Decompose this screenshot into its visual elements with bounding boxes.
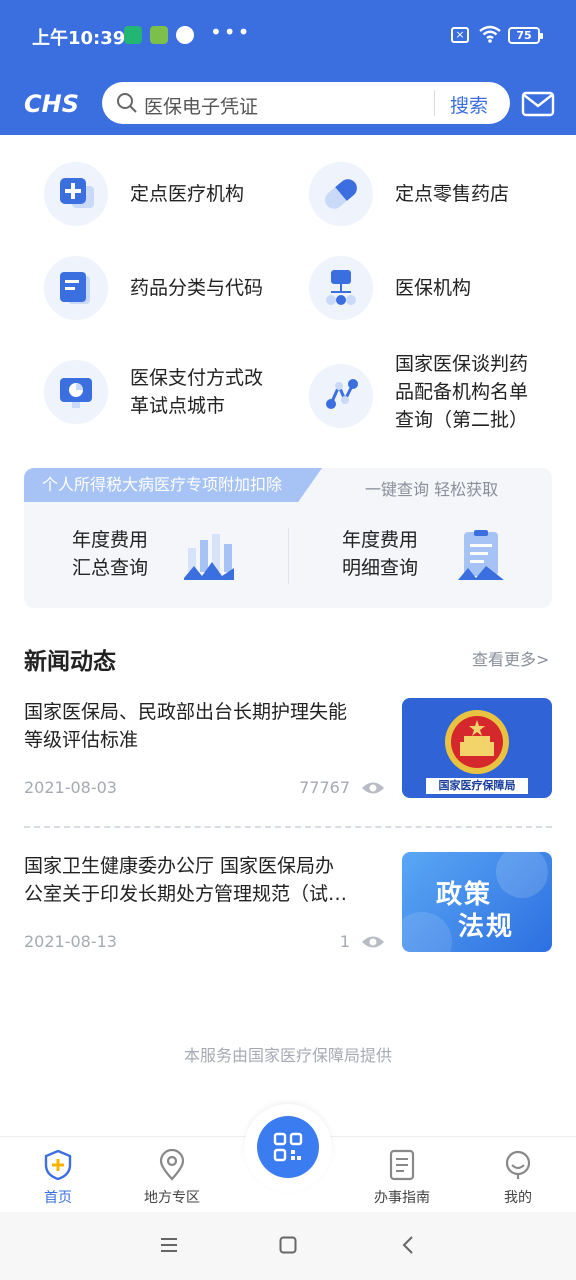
news-title: 国家医保局、民政部出台长期护理失能 等级评估标准 (24, 698, 384, 754)
news-thumbnail: 政策 法规 (402, 852, 552, 952)
nav-label: 首页 (44, 1190, 72, 1206)
wifi-icon (479, 25, 501, 43)
nav-guide[interactable]: 办事指南 (362, 1149, 442, 1207)
nav-label: 地方专区 (144, 1190, 200, 1206)
news-date: 2021-08-13 (24, 932, 117, 951)
view-more-link[interactable]: 查看更多> (472, 646, 549, 670)
search-divider (434, 90, 435, 116)
home-shield-icon (44, 1149, 72, 1181)
system-nav-bar (0, 1212, 576, 1280)
thumb-text-line2: 法规 (458, 912, 515, 942)
search-bar[interactable]: 医保电子凭证 搜索 (102, 82, 510, 124)
news-title: 国家卫生健康委办公厅 国家医保局办 公室关于印发长期处方管理规范（试… (24, 852, 384, 908)
service-label-line: 医保支付方式改 (130, 367, 264, 389)
service-label: 医保机构 (395, 277, 472, 299)
clipboard-icon (458, 530, 504, 580)
sim-x-icon: × (451, 27, 469, 43)
tax-item-line: 明细查询 (342, 557, 419, 579)
service-label: 医保支付方式改 革试点城市 (130, 364, 263, 420)
thumb-caption: 国家医疗保障局 (438, 779, 516, 792)
network-icon (309, 364, 373, 428)
news-date: 2021-08-03 (24, 778, 117, 797)
service-label: 定点零售药店 (395, 183, 510, 205)
tax-tag: 个人所得税大病医疗专项附加扣除 (24, 468, 322, 502)
battery-icon: 75 (508, 27, 543, 44)
download-icon (150, 26, 168, 44)
menu-icon[interactable] (160, 1236, 178, 1254)
qr-scan-button[interactable] (257, 1116, 319, 1178)
service-label-line: 查询（第二批） (395, 409, 529, 431)
chs-logo: CHS (24, 90, 79, 116)
service-label: 药品分类与代码 (130, 277, 264, 299)
shield-app-icon (124, 26, 142, 44)
status-bar: 上午10:39 ••• × 75 (0, 0, 576, 70)
header-bar: 上午10:39 ••• × 75 CHS 医保电子凭证 搜索 (0, 0, 576, 135)
annual-detail-query[interactable]: 年度费用 明细查询 (342, 526, 418, 582)
news-divider (24, 826, 552, 828)
org-chart-icon (309, 256, 373, 320)
tax-deduction-card: 个人所得税大病医疗专项附加扣除 一键查询 轻松获取 年度费用 汇总查询 年度费用… (24, 468, 552, 608)
nav-local-zone[interactable]: 地方专区 (132, 1148, 212, 1207)
service-label: 国家医保谈判药 品配备机构名单 查询（第二批） (395, 350, 528, 434)
service-retail-pharmacy[interactable]: 定点零售药店 (309, 162, 509, 226)
logo-text: CHS (24, 90, 79, 116)
document-icon (44, 256, 108, 320)
tax-item-line: 年度费用 (342, 529, 419, 551)
location-pin-icon (159, 1148, 185, 1181)
nav-label: 办事指南 (374, 1190, 430, 1206)
tax-divider (288, 528, 289, 584)
news-heading: 新闻动态 (24, 649, 116, 675)
monitor-chart-icon (44, 360, 108, 424)
more-status-icon: ••• (210, 20, 252, 44)
news-views: 77767 (299, 778, 350, 797)
smile-face-icon (505, 1150, 531, 1179)
footer-note: 本服务由国家医疗保障局提供 (183, 1046, 392, 1065)
service-payment-reform[interactable]: 医保支付方式改 革试点城市 (44, 360, 263, 424)
search-input[interactable]: 医保电子凭证 (144, 92, 258, 119)
service-insurance-org[interactable]: 医保机构 (309, 256, 471, 320)
nav-home[interactable]: 首页 (18, 1149, 98, 1207)
service-designated-medical[interactable]: 定点医疗机构 (44, 162, 244, 226)
annual-summary-query[interactable]: 年度费用 汇总查询 (72, 526, 148, 582)
news-title-line: 公室关于印发长期处方管理规范（试… (24, 883, 348, 905)
eye-icon (362, 782, 384, 794)
nav-mine[interactable]: 我的 (478, 1149, 558, 1207)
status-time: 上午10:39 (32, 28, 126, 49)
guide-doc-icon (389, 1149, 415, 1181)
tax-item-line: 年度费用 (72, 529, 149, 551)
nav-label: 我的 (504, 1190, 532, 1206)
news-title-line: 国家卫生健康委办公厅 国家医保局办 (24, 855, 335, 877)
mail-icon[interactable] (521, 91, 555, 117)
news-title-line: 国家医保局、民政部出台长期护理失能 (24, 701, 348, 723)
bar-chart-icon (184, 534, 234, 580)
qr-code-icon (273, 1132, 303, 1162)
service-negotiated-drugs[interactable]: 国家医保谈判药 品配备机构名单 查询（第二批） (309, 350, 528, 434)
service-label: 定点医疗机构 (130, 183, 245, 205)
medical-cross-icon (44, 162, 108, 226)
eye-icon (362, 936, 384, 948)
tax-hint: 一键查询 轻松获取 (365, 480, 499, 499)
back-icon[interactable] (400, 1236, 418, 1254)
news-title-line: 等级评估标准 (24, 729, 139, 751)
service-label-line: 国家医保谈判药 (395, 353, 529, 375)
service-drug-classification[interactable]: 药品分类与代码 (44, 256, 263, 320)
news-views: 1 (339, 932, 350, 951)
browser-icon (176, 26, 194, 44)
service-label-line: 品配备机构名单 (395, 381, 529, 403)
home-square-icon[interactable] (279, 1236, 297, 1254)
tax-item-line: 汇总查询 (72, 557, 149, 579)
news-thumbnail: 国家医疗保障局 (402, 698, 552, 798)
service-label-line: 革试点城市 (130, 395, 226, 417)
search-button[interactable]: 搜索 (450, 91, 488, 118)
pill-icon (309, 162, 373, 226)
search-icon (117, 93, 137, 113)
